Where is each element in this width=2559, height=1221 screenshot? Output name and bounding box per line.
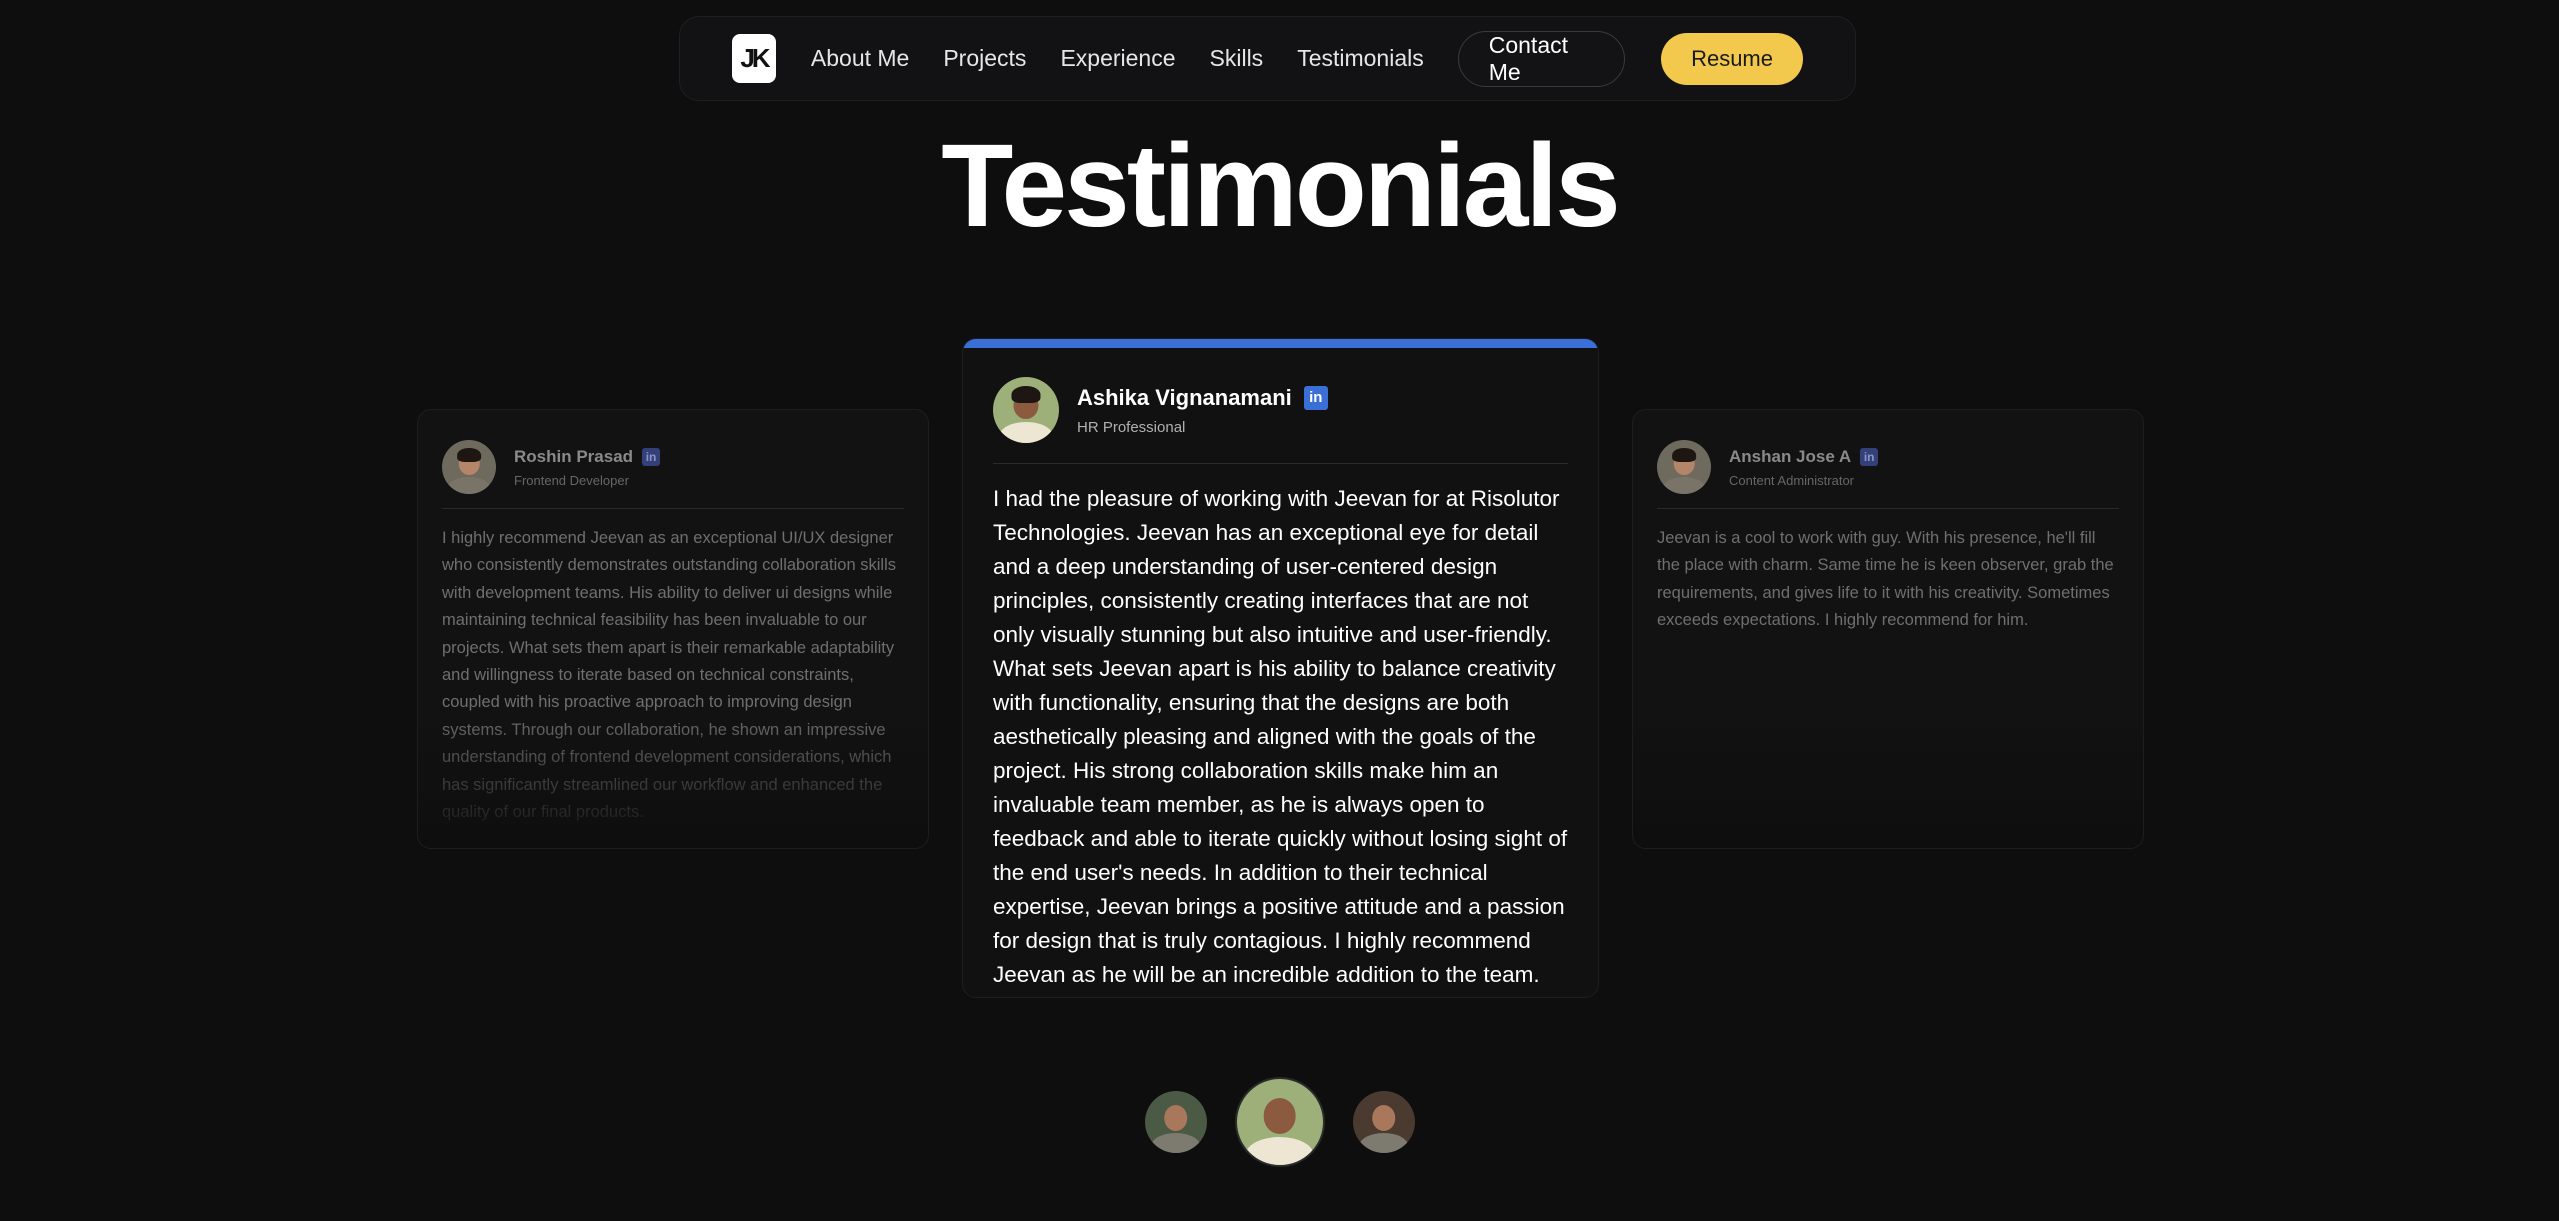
logo[interactable]: JK — [732, 34, 776, 83]
pager-avatar-anshan[interactable] — [1352, 1091, 1415, 1153]
testimonial-card-right[interactable]: Anshan Jose A in Content Administrator J… — [1632, 409, 2144, 849]
testimonial-quote: Jeevan is a cool to work with guy. With … — [1657, 529, 2114, 630]
person-name: Anshan Jose A — [1729, 446, 1852, 466]
person-info: Anshan Jose A in Content Administrator — [1729, 446, 1879, 488]
card-header: Anshan Jose A in Content Administrator — [1657, 440, 2119, 494]
linkedin-icon[interactable]: in — [1860, 447, 1879, 466]
testimonial-quote: I had the pleasure of working with Jeeva… — [993, 486, 1568, 987]
resume-button[interactable]: Resume — [1661, 32, 1803, 85]
person-name: Roshin Prasad — [514, 446, 634, 466]
person-role: HR Professional — [1077, 418, 1186, 436]
person-role: Content Administrator — [1729, 472, 1855, 488]
person-info: Ashika Vignanamani in HR Professional — [1077, 385, 1328, 436]
nav-link-experience[interactable]: Experience — [1060, 45, 1175, 72]
nav-link-skills[interactable]: Skills — [1210, 45, 1264, 72]
avatar — [442, 440, 496, 494]
person-role: Frontend Developer — [514, 472, 629, 488]
testimonial-card-active[interactable]: Ashika Vignanamani in HR Professional I … — [962, 338, 1599, 998]
testimonial-card-left[interactable]: Roshin Prasad in Frontend Developer I hi… — [417, 409, 929, 849]
person-name: Ashika Vignanamani — [1077, 384, 1292, 410]
nav-link-about[interactable]: About Me — [811, 45, 909, 72]
page-title: Testimonials — [941, 120, 1621, 252]
top-navbar: JK About Me Projects Experience Skills T… — [679, 16, 1856, 101]
contact-button[interactable]: Contact Me — [1457, 30, 1626, 87]
linkedin-icon[interactable]: in — [642, 447, 661, 466]
pager-avatar-roshin[interactable] — [1144, 1091, 1207, 1153]
testimonial-quote: I highly recommend Jeevan as an exceptio… — [442, 529, 896, 822]
divider — [1657, 508, 2119, 509]
pager-avatar-ashika[interactable] — [1234, 1077, 1325, 1167]
card-header: Ashika Vignanamani in HR Professional — [993, 377, 1568, 443]
person-info: Roshin Prasad in Frontend Developer — [514, 446, 661, 488]
divider — [993, 463, 1568, 464]
testimonial-pager — [0, 1077, 2559, 1167]
nav-link-projects[interactable]: Projects — [943, 45, 1026, 72]
card-header: Roshin Prasad in Frontend Developer — [442, 440, 904, 494]
divider — [442, 508, 904, 509]
avatar — [1657, 440, 1711, 494]
avatar — [993, 377, 1059, 443]
nav-link-testimonials[interactable]: Testimonials — [1297, 45, 1424, 72]
active-accent-bar — [963, 339, 1598, 348]
linkedin-icon[interactable]: in — [1303, 385, 1328, 410]
